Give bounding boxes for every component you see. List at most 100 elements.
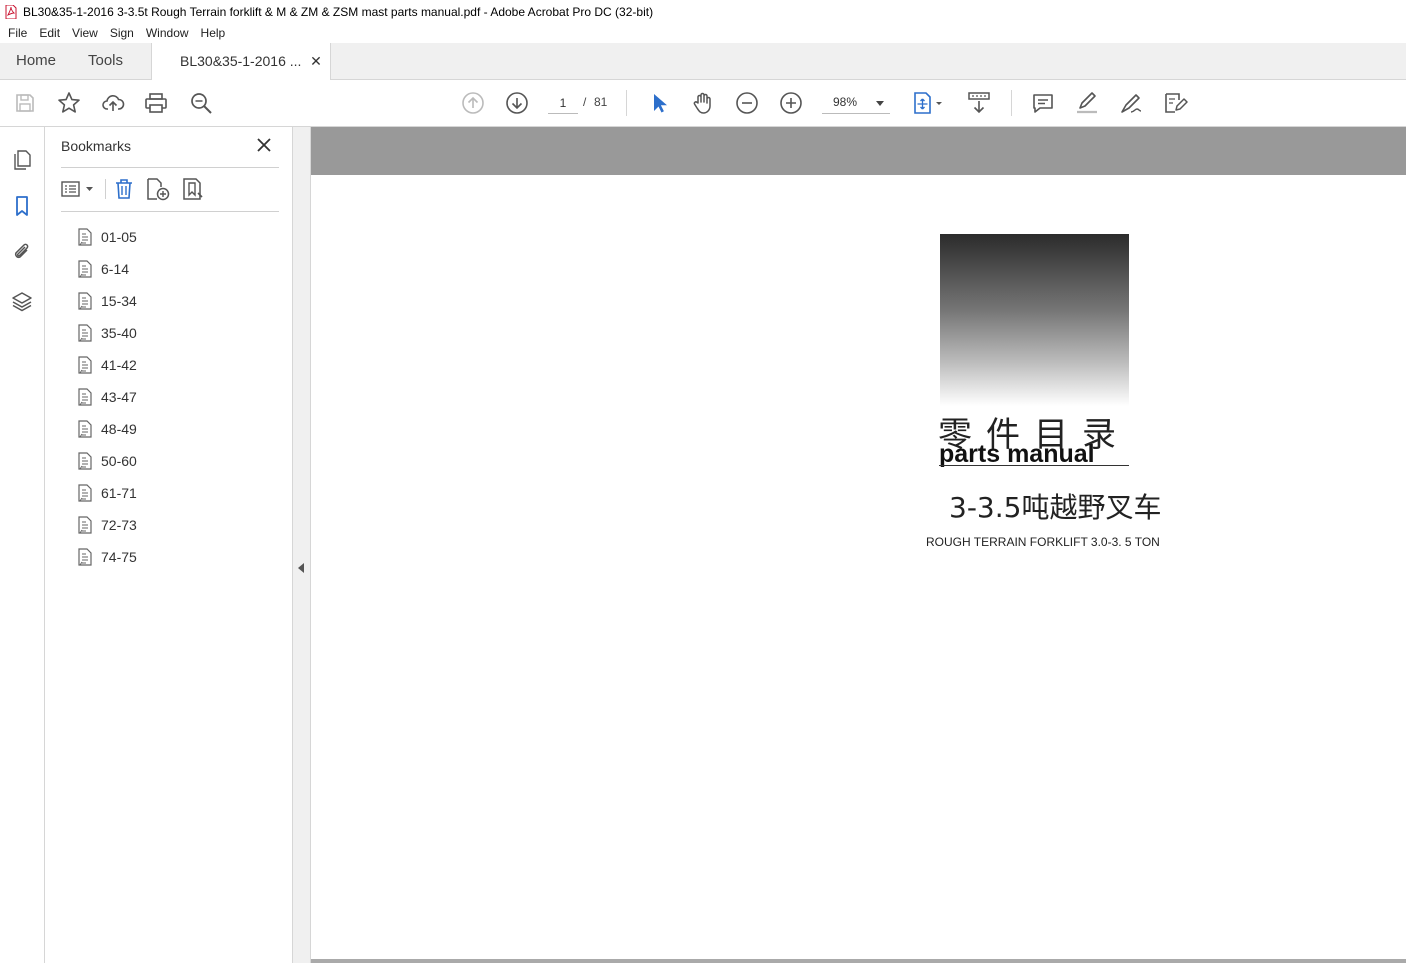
- save-icon[interactable]: [12, 90, 38, 116]
- page-separator: /: [583, 95, 587, 109]
- menu-bar: File Edit View Sign Window Help: [0, 23, 1406, 43]
- bookmark-item[interactable]: 74-75: [77, 541, 277, 573]
- bookmark-item[interactable]: 50-60: [77, 445, 277, 477]
- document-viewport[interactable]: 零件目录 parts manual 3-3.5吨越野叉车 ROUGH TERRA…: [311, 127, 1406, 963]
- bookmark-item[interactable]: 15-34: [77, 285, 277, 317]
- menu-window[interactable]: Window: [140, 23, 195, 43]
- divider: [61, 211, 279, 212]
- layers-icon[interactable]: [10, 289, 34, 313]
- previous-page-icon[interactable]: [460, 90, 486, 116]
- bookmark-label: 72-73: [101, 517, 137, 533]
- chevron-down-icon: [876, 101, 884, 106]
- page-thumbnails-icon[interactable]: [10, 148, 34, 172]
- star-icon[interactable]: [56, 90, 82, 116]
- document-tab-label: BL30&35-1-2016 ...: [180, 53, 302, 69]
- bookmark-list: 01-05 6-14 15-34 35-40 41-42 43-47 48-49: [77, 221, 277, 573]
- fit-page-icon[interactable]: [910, 90, 946, 116]
- zoom-value: 98%: [833, 95, 858, 109]
- bookmark-label: 43-47: [101, 389, 137, 405]
- bookmark-item[interactable]: 01-05: [77, 221, 277, 253]
- bookmark-label: 15-34: [101, 293, 137, 309]
- bookmark-page-icon: [78, 228, 92, 246]
- hand-tool-icon[interactable]: [690, 90, 716, 116]
- bookmark-page-icon: [78, 452, 92, 470]
- bookmark-label: 48-49: [101, 421, 137, 437]
- bookmark-label: 74-75: [101, 549, 137, 565]
- highlight-pen-icon[interactable]: [1074, 90, 1100, 116]
- panel-title: Bookmarks: [61, 138, 132, 154]
- edit-document-icon[interactable]: [1162, 90, 1188, 116]
- menu-help[interactable]: Help: [195, 23, 232, 43]
- toolbar-divider: [1011, 90, 1012, 116]
- cover-gradient-block: [940, 234, 1129, 406]
- bookmark-options-button[interactable]: [61, 177, 95, 201]
- bookmark-item[interactable]: 43-47: [77, 381, 277, 413]
- page-gap: [311, 127, 1406, 175]
- menu-sign[interactable]: Sign: [104, 23, 140, 43]
- navigation-rail: [0, 127, 45, 963]
- bookmark-item[interactable]: 35-40: [77, 317, 277, 349]
- bookmark-from-selection-icon[interactable]: [181, 177, 205, 201]
- main-toolbar: / 81 98%: [0, 80, 1406, 127]
- bookmarks-panel: Bookmarks 01-05 6-14 15-34 35-40 41-42 4…: [45, 127, 293, 963]
- delete-bookmark-icon[interactable]: [113, 177, 135, 201]
- bookmark-item[interactable]: 61-71: [77, 477, 277, 509]
- bookmark-page-icon: [78, 548, 92, 566]
- bookmark-page-icon: [78, 356, 92, 374]
- menu-view[interactable]: View: [66, 23, 104, 43]
- comment-icon[interactable]: [1030, 90, 1056, 116]
- zoom-in-icon[interactable]: [778, 90, 804, 116]
- scroll-mode-icon[interactable]: [966, 90, 992, 116]
- acrobat-pdf-icon: [5, 4, 17, 19]
- bookmark-page-icon: [78, 292, 92, 310]
- bookmark-page-icon: [78, 260, 92, 278]
- tab-tools[interactable]: Tools: [88, 43, 123, 79]
- bookmark-label: 35-40: [101, 325, 137, 341]
- page-edge: [311, 959, 1406, 963]
- divider: [61, 167, 279, 168]
- cover-rule: [939, 465, 1129, 466]
- bookmark-page-icon: [78, 324, 92, 342]
- next-page-icon[interactable]: [504, 90, 530, 116]
- zoom-dropdown[interactable]: 98%: [822, 92, 890, 114]
- collapse-arrow-icon[interactable]: [298, 563, 304, 573]
- new-bookmark-icon[interactable]: [145, 177, 171, 201]
- toolbar-divider: [626, 90, 627, 116]
- bookmark-label: 6-14: [101, 261, 130, 277]
- panel-splitter[interactable]: [293, 127, 311, 963]
- bookmark-item[interactable]: 6-14: [77, 253, 277, 285]
- sign-pen-icon[interactable]: [1118, 90, 1144, 116]
- bookmark-page-icon: [78, 420, 92, 438]
- window-title: BL30&35-1-2016 3-3.5t Rough Terrain fork…: [23, 4, 654, 19]
- tab-home[interactable]: Home: [16, 43, 56, 79]
- bookmark-page-icon: [78, 484, 92, 502]
- select-cursor-icon[interactable]: [646, 90, 672, 116]
- title-bar: BL30&35-1-2016 3-3.5t Rough Terrain fork…: [0, 0, 1406, 23]
- menu-edit[interactable]: Edit: [33, 23, 66, 43]
- bookmark-label: 41-42: [101, 357, 137, 373]
- print-icon[interactable]: [143, 90, 169, 116]
- zoom-search-icon[interactable]: [188, 90, 214, 116]
- menu-file[interactable]: File: [0, 23, 33, 43]
- cloud-upload-icon[interactable]: [100, 90, 126, 116]
- bookmark-item[interactable]: 41-42: [77, 349, 277, 381]
- close-panel-icon[interactable]: [256, 137, 272, 153]
- close-tab-icon[interactable]: ✕: [309, 54, 323, 68]
- document-subtitle-english: ROUGH TERRAIN FORKLIFT 3.0-3. 5 TON: [926, 535, 1160, 549]
- attachments-icon[interactable]: [10, 240, 34, 264]
- page-total: 81: [594, 95, 608, 109]
- bookmark-item[interactable]: 48-49: [77, 413, 277, 445]
- tab-document[interactable]: BL30&35-1-2016 ... ✕: [151, 43, 331, 80]
- bookmarks-panel-icon[interactable]: [10, 194, 34, 218]
- bookmark-label: 01-05: [101, 229, 137, 245]
- bookmark-label: 50-60: [101, 453, 137, 469]
- page-number-input[interactable]: [548, 92, 578, 114]
- document-subtitle-chinese: 3-3.5吨越野叉车: [949, 491, 1162, 524]
- divider: [105, 179, 106, 199]
- tab-bar: Home Tools BL30&35-1-2016 ... ✕: [0, 43, 1406, 80]
- bookmark-page-icon: [78, 516, 92, 534]
- bookmark-item[interactable]: 72-73: [77, 509, 277, 541]
- bookmark-label: 61-71: [101, 485, 137, 501]
- zoom-out-icon[interactable]: [734, 90, 760, 116]
- bookmark-page-icon: [78, 388, 92, 406]
